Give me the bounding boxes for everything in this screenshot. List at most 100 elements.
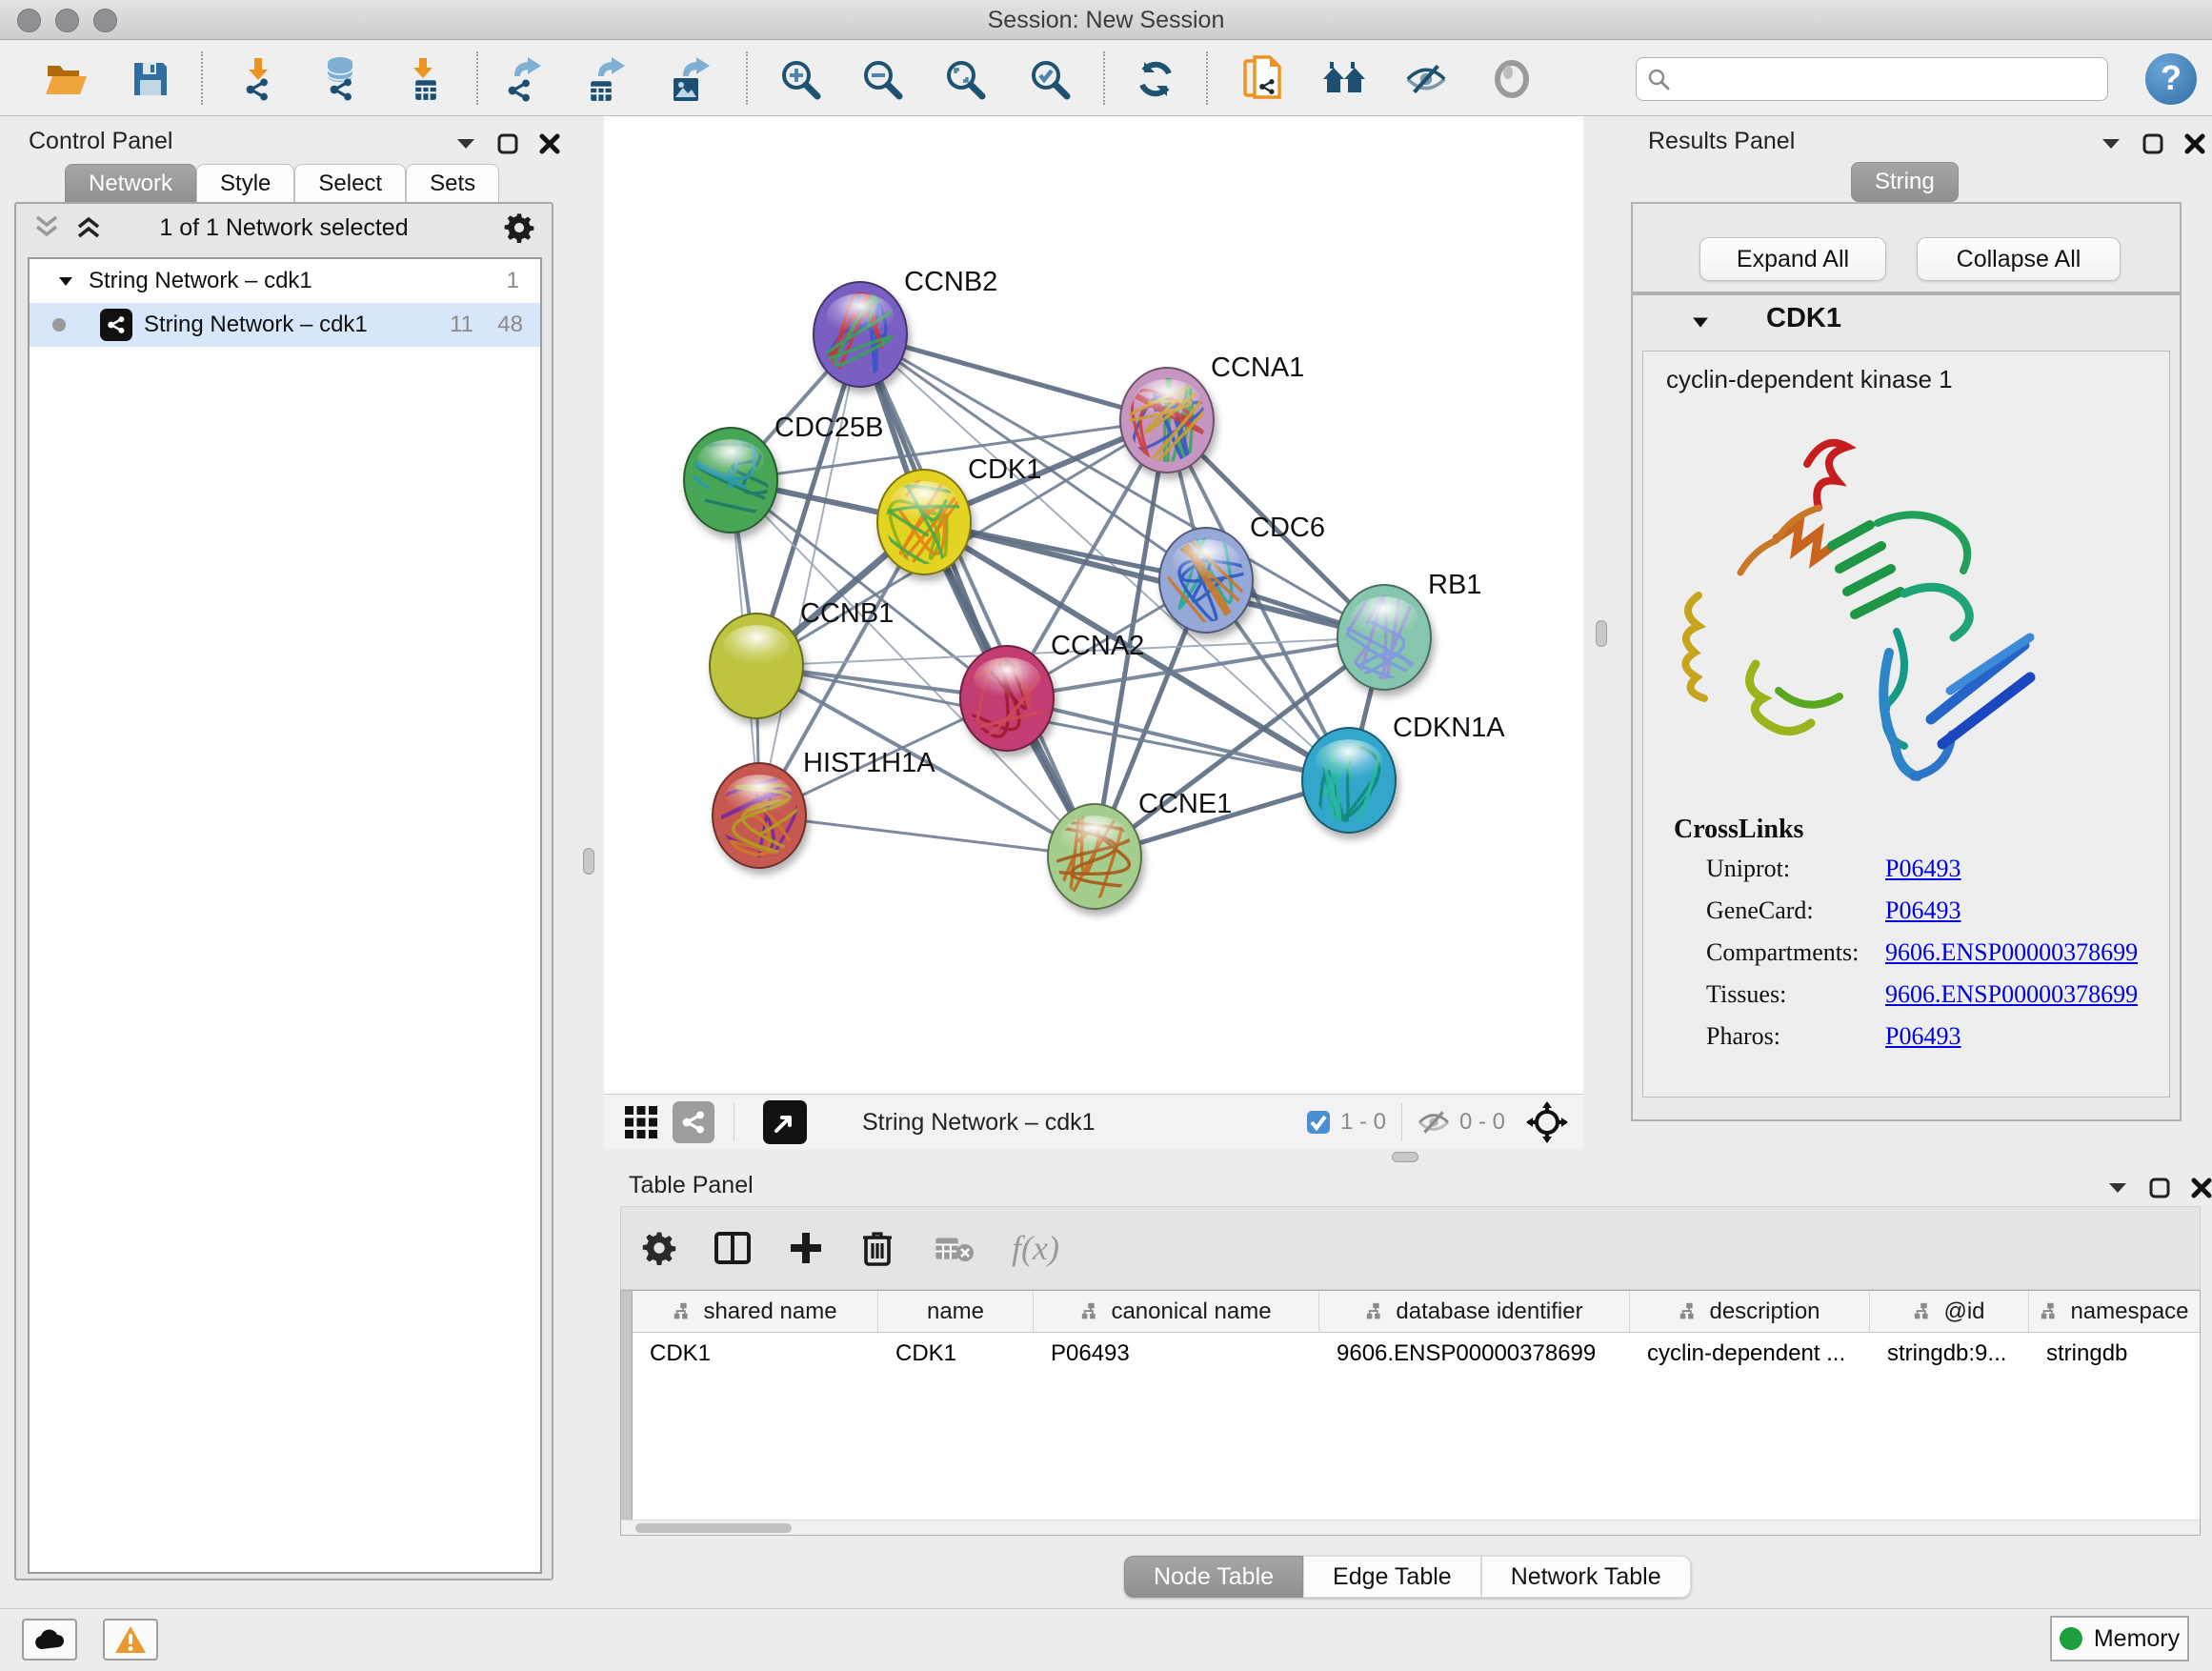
import-table-icon bbox=[406, 56, 444, 102]
zoom-fit-button[interactable] bbox=[937, 51, 993, 107]
edge-HIST1H1A-CCNE1[interactable] bbox=[759, 815, 1095, 856]
hidden-eye-slash-icon bbox=[1418, 1110, 1450, 1135]
column-header-database-identifier[interactable]: database identifier bbox=[1319, 1291, 1630, 1332]
tab-sets[interactable]: Sets bbox=[406, 164, 499, 204]
close-window-button[interactable] bbox=[17, 9, 41, 32]
help-button[interactable]: ? bbox=[2145, 53, 2197, 105]
zoom-in-button[interactable] bbox=[773, 51, 828, 107]
network-row[interactable]: String Network – cdk1 11 48 bbox=[30, 303, 540, 347]
import-network-database-button[interactable] bbox=[312, 51, 368, 107]
table-cell[interactable]: CDK1 bbox=[878, 1333, 1034, 1375]
grid-view-icon[interactable] bbox=[623, 1104, 659, 1140]
export-table-icon bbox=[583, 55, 627, 103]
expand-all-button[interactable]: Expand All bbox=[1699, 237, 1886, 281]
memory-button[interactable]: Memory bbox=[2050, 1616, 2189, 1661]
import-table-file-button[interactable] bbox=[397, 51, 452, 107]
string-home-button[interactable] bbox=[1317, 51, 1372, 107]
panel-close-icon[interactable] bbox=[2191, 1178, 2212, 1198]
function-builder-icon[interactable]: f(x) bbox=[1012, 1228, 1059, 1268]
table-cell[interactable]: stringdb:9... bbox=[1870, 1333, 2029, 1375]
network-nodes[interactable]: CCNB2CCNA1CDC25BCDK1CDC6RB1CCNB1CCNA2CDK… bbox=[675, 243, 1505, 956]
crosslink-link[interactable]: P06493 bbox=[1885, 1022, 1961, 1051]
column-header-name[interactable]: name bbox=[878, 1291, 1034, 1332]
table-cell[interactable]: P06493 bbox=[1034, 1333, 1319, 1375]
export-network-button[interactable] bbox=[495, 51, 551, 107]
show-columns-icon[interactable] bbox=[714, 1232, 751, 1264]
delete-table-icon[interactable] bbox=[934, 1233, 975, 1263]
tab-select[interactable]: Select bbox=[294, 164, 406, 204]
panel-collapse-icon[interactable] bbox=[2101, 137, 2122, 151]
network-view-icon[interactable] bbox=[673, 1101, 714, 1143]
node-HIST1H1A[interactable]: HIST1H1A bbox=[706, 748, 936, 868]
network-canvas[interactable]: CCNB2CCNA1CDC25BCDK1CDC6RB1CCNB1CCNA2CDK… bbox=[604, 116, 1583, 1094]
open-session-button[interactable] bbox=[39, 51, 94, 107]
tab-style[interactable]: Style bbox=[196, 164, 294, 204]
node-CDKN1A[interactable]: CDKN1A bbox=[1302, 692, 1505, 844]
horizontal-splitter-handle[interactable] bbox=[1392, 1152, 1418, 1162]
birds-eye-view-icon[interactable] bbox=[763, 1100, 807, 1144]
column-header--id[interactable]: @id bbox=[1870, 1291, 2029, 1332]
network-collection-row[interactable]: String Network – cdk1 1 bbox=[30, 259, 540, 303]
table-cell[interactable]: stringdb bbox=[2029, 1333, 2201, 1375]
table-cell[interactable]: 9606.ENSP00000378699 bbox=[1319, 1333, 1630, 1375]
apply-layout-button[interactable] bbox=[1128, 51, 1183, 107]
zoom-selected-button[interactable] bbox=[1022, 51, 1077, 107]
crosslink-link[interactable]: P06493 bbox=[1885, 896, 1961, 925]
crosslink-link[interactable]: 9606.ENSP00000378699 bbox=[1885, 938, 2138, 967]
import-network-file-button[interactable] bbox=[231, 51, 286, 107]
crosslink-link[interactable]: P06493 bbox=[1885, 855, 1961, 883]
right-splitter-handle[interactable] bbox=[1596, 620, 1607, 647]
network-from-file-button[interactable] bbox=[1235, 51, 1290, 107]
export-network-icon bbox=[501, 55, 545, 103]
table-options-gear-icon[interactable] bbox=[642, 1231, 676, 1265]
tab-network[interactable]: Network bbox=[65, 164, 196, 204]
tab-node-table[interactable]: Node Table bbox=[1124, 1556, 1303, 1598]
collapse-all-button[interactable]: Collapse All bbox=[1917, 237, 2121, 281]
warnings-button[interactable] bbox=[103, 1619, 158, 1661]
column-header-canonical-name[interactable]: canonical name bbox=[1034, 1291, 1319, 1332]
panel-float-icon[interactable] bbox=[2142, 133, 2163, 154]
export-table-button[interactable] bbox=[577, 51, 633, 107]
table-row[interactable]: CDK1CDK1P064939606.ENSP00000378699cyclin… bbox=[633, 1333, 2201, 1375]
selected-checkbox-icon[interactable] bbox=[1306, 1110, 1331, 1135]
delete-column-icon[interactable] bbox=[861, 1230, 894, 1266]
tab-string[interactable]: String bbox=[1851, 162, 1959, 202]
node-CCNB1[interactable]: CCNB1 bbox=[710, 598, 894, 718]
tab-edge-table[interactable]: Edge Table bbox=[1303, 1556, 1481, 1598]
tab-network-table[interactable]: Network Table bbox=[1481, 1556, 1691, 1598]
table-cell[interactable]: CDK1 bbox=[633, 1333, 878, 1375]
entry-expanded-icon[interactable] bbox=[1692, 316, 1709, 329]
edge-CCNB2-HIST1H1A[interactable] bbox=[759, 334, 860, 815]
warning-icon bbox=[114, 1625, 147, 1654]
export-image-button[interactable] bbox=[662, 51, 717, 107]
column-header-shared-name[interactable]: shared name bbox=[633, 1291, 878, 1332]
gear-icon[interactable] bbox=[504, 212, 534, 243]
table-cell[interactable]: cyclin-dependent ... bbox=[1630, 1333, 1870, 1375]
graphics-details-button[interactable] bbox=[1484, 51, 1539, 107]
crosslink-link[interactable]: 9606.ENSP00000378699 bbox=[1885, 980, 2138, 1009]
node-CCNE1[interactable]: CCNE1 bbox=[1033, 789, 1232, 956]
fit-selection-target-icon[interactable] bbox=[1526, 1101, 1568, 1143]
panel-float-icon[interactable] bbox=[497, 133, 518, 154]
table-hscrollbar-thumb[interactable] bbox=[635, 1523, 792, 1533]
left-splitter-handle[interactable] bbox=[583, 848, 594, 875]
cloud-button[interactable] bbox=[22, 1619, 77, 1661]
column-header-namespace[interactable]: namespace bbox=[2029, 1291, 2201, 1332]
zoom-out-button[interactable] bbox=[855, 51, 910, 107]
collection-expanded-icon[interactable] bbox=[58, 276, 73, 287]
minimize-window-button[interactable] bbox=[55, 9, 79, 32]
hierarchy-icon bbox=[1679, 1301, 1699, 1322]
node-table[interactable]: shared namenamecanonical namedatabase id… bbox=[620, 1290, 2201, 1536]
column-header-description[interactable]: description bbox=[1630, 1291, 1870, 1332]
search-input[interactable] bbox=[1636, 57, 2108, 101]
panel-close-icon[interactable] bbox=[539, 133, 560, 154]
save-session-button[interactable] bbox=[123, 51, 178, 107]
panel-close-icon[interactable] bbox=[2184, 133, 2205, 154]
panel-collapse-icon[interactable] bbox=[2107, 1181, 2128, 1195]
panel-float-icon[interactable] bbox=[2149, 1178, 2170, 1198]
table-hscrollbar[interactable] bbox=[621, 1520, 2200, 1535]
add-column-icon[interactable] bbox=[789, 1231, 823, 1265]
panel-collapse-icon[interactable] bbox=[455, 137, 476, 151]
zoom-window-button[interactable] bbox=[93, 9, 117, 32]
hide-glass-button[interactable] bbox=[1398, 51, 1454, 107]
